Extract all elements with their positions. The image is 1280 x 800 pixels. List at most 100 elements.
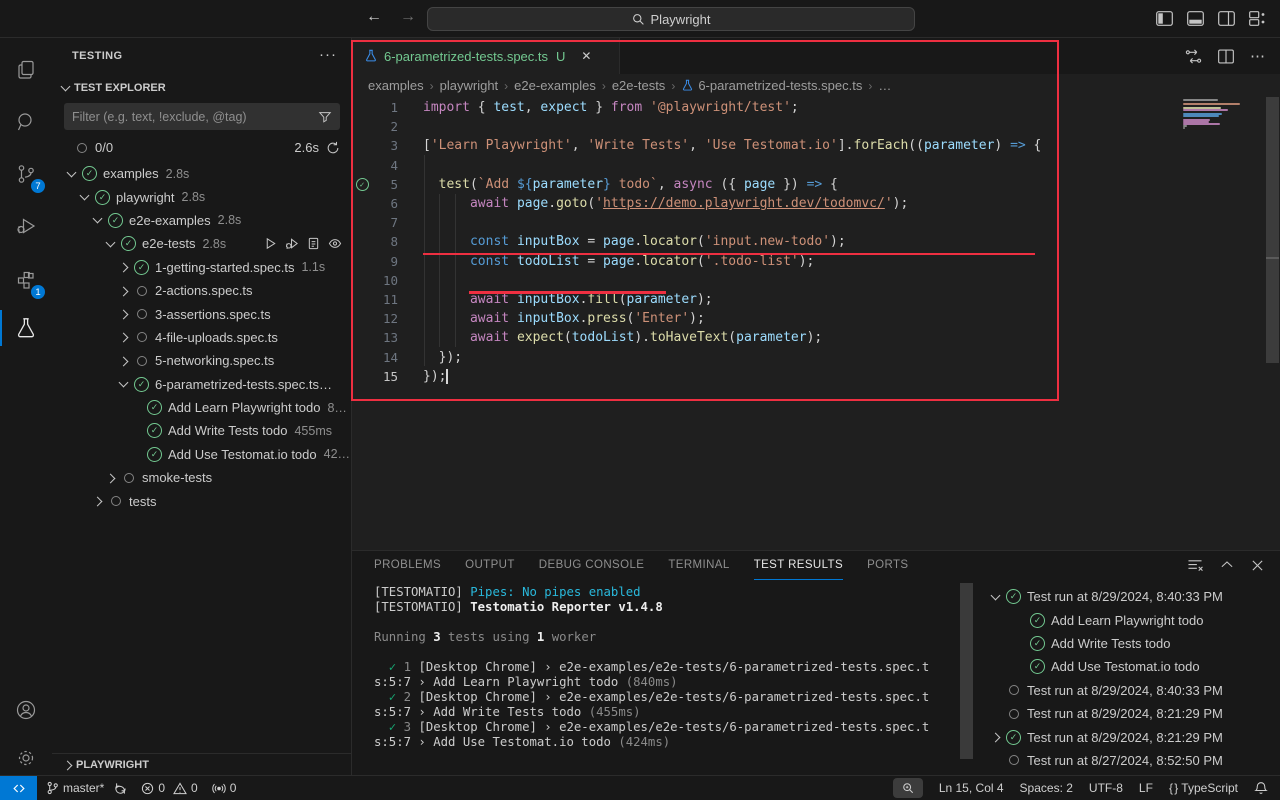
forward-icon[interactable]: → — [398, 8, 418, 26]
encoding[interactable]: UTF-8 — [1089, 781, 1123, 795]
back-icon[interactable]: ← — [364, 8, 384, 26]
run-icon[interactable] — [264, 237, 277, 250]
chevron-right-icon[interactable] — [116, 329, 132, 345]
chevron-down-icon[interactable] — [90, 212, 106, 228]
remote-indicator-icon[interactable] — [0, 776, 37, 800]
filter-icon[interactable] — [318, 110, 332, 124]
chevron-right-icon[interactable] — [116, 283, 132, 299]
tree-item[interactable]: Test run at 8/29/2024, 8:40:33 PM — [982, 679, 1280, 702]
chevron-right-icon[interactable] — [116, 259, 132, 275]
code-line[interactable]: 14 }); — [352, 347, 1280, 366]
tree-item[interactable]: 5-networking.spec.ts — [52, 349, 352, 372]
code-line[interactable]: 9 const todoList = page.locator('.todo-l… — [352, 252, 1280, 271]
tree-item[interactable]: 3-assertions.spec.ts — [52, 302, 352, 325]
indentation[interactable]: Spaces: 2 — [1020, 781, 1073, 795]
command-center-search[interactable]: Playwright — [427, 7, 915, 31]
toggle-secondary-sidebar-icon[interactable] — [1218, 11, 1235, 26]
tree-item[interactable]: Add Write Tests todo455ms — [52, 419, 352, 442]
code-line[interactable]: 1import { test, expect } from '@playwrig… — [352, 98, 1280, 117]
chevron-down-icon[interactable] — [64, 166, 80, 182]
code-line[interactable]: 7 — [352, 213, 1280, 232]
code-line[interactable]: 12 await inputBox.press('Enter'); — [352, 309, 1280, 328]
minimap[interactable] — [1183, 99, 1245, 129]
code-line[interactable]: 13 await expect(todoList).toHaveText(par… — [352, 328, 1280, 347]
panel-tab-output[interactable]: OUTPUT — [465, 551, 515, 580]
ports-item[interactable]: 0 — [212, 781, 237, 795]
code-line[interactable]: 10 — [352, 271, 1280, 290]
cursor-position[interactable]: Ln 15, Col 4 — [939, 781, 1004, 795]
language-mode[interactable]: { } TypeScript — [1169, 781, 1238, 795]
more-actions-icon[interactable]: ⋯ — [1250, 47, 1266, 65]
account-icon[interactable] — [0, 686, 52, 734]
chevron-down-icon[interactable] — [988, 589, 1004, 605]
test-pass-gutter-icon[interactable] — [356, 178, 369, 191]
debug-icon[interactable] — [285, 237, 299, 250]
tree-item[interactable]: Add Write Tests todo — [982, 632, 1280, 655]
breadcrumb-item[interactable]: e2e-tests — [612, 78, 665, 93]
chevron-right-icon[interactable] — [116, 306, 132, 322]
panel-tab-problems[interactable]: PROBLEMS — [374, 551, 441, 580]
panel-tab-ports[interactable]: PORTS — [867, 551, 908, 580]
editor-tab[interactable]: 6-parametrized-tests.spec.ts U ✕ — [352, 38, 620, 74]
playwright-section-header[interactable]: PLAYWRIGHT — [52, 753, 352, 775]
git-branch-item[interactable]: master* — [46, 781, 127, 795]
breadcrumb-item[interactable]: … — [878, 78, 891, 93]
refresh-icon[interactable] — [326, 141, 340, 155]
tree-item[interactable]: e2e-examples2.8s — [52, 209, 352, 232]
customize-layout-icon[interactable] — [1249, 11, 1266, 26]
tree-item[interactable]: Add Use Testomat.io todo — [982, 655, 1280, 678]
chevron-right-icon[interactable] — [116, 353, 132, 369]
source-control-icon[interactable]: 7 — [0, 150, 52, 198]
tree-item[interactable]: Add Learn Playwright todo8… — [52, 396, 352, 419]
tree-item[interactable]: Add Use Testomat.io todo42… — [52, 443, 352, 466]
panel-tab-terminal[interactable]: TERMINAL — [668, 551, 729, 580]
problems-item[interactable]: 0 0 — [141, 781, 197, 795]
tree-item[interactable]: examples2.8s — [52, 162, 352, 185]
close-icon[interactable]: ✕ — [581, 49, 591, 63]
goto-file-icon[interactable] — [307, 237, 320, 250]
tree-item[interactable]: 1-getting-started.spec.ts1.1s — [52, 256, 352, 279]
tree-item[interactable]: tests — [52, 489, 352, 512]
breadcrumb-item[interactable]: 6-parametrized-tests.spec.ts — [681, 78, 862, 93]
breadcrumb-item[interactable]: e2e-examples — [514, 78, 596, 93]
code-line[interactable]: 11 await inputBox.fill(parameter); — [352, 290, 1280, 309]
tree-item[interactable]: 2-actions.spec.ts — [52, 279, 352, 302]
test-filter-input[interactable] — [64, 110, 318, 124]
tree-item[interactable]: 6-parametrized-tests.spec.ts… — [52, 373, 352, 396]
output-scrollbar[interactable] — [960, 583, 973, 759]
sidebar-more-actions-icon[interactable]: ··· — [319, 46, 337, 63]
maximize-panel-icon[interactable] — [1220, 559, 1234, 571]
chevron-down-icon[interactable] — [103, 236, 119, 252]
tree-item[interactable]: e2e-tests2.8s — [52, 232, 352, 255]
open-changes-icon[interactable] — [1185, 49, 1202, 64]
code-line[interactable]: 15}); — [352, 367, 1280, 386]
search-icon[interactable] — [0, 98, 52, 146]
notifications-bell-icon[interactable] — [1254, 781, 1268, 795]
explorer-icon[interactable] — [0, 46, 52, 94]
chevron-down-icon[interactable] — [77, 189, 93, 205]
watch-icon[interactable] — [328, 237, 342, 250]
tree-item[interactable]: Add Learn Playwright todo — [982, 608, 1280, 631]
chevron-right-icon[interactable] — [988, 729, 1004, 745]
run-debug-icon[interactable] — [0, 202, 52, 250]
tree-item[interactable]: Test run at 8/29/2024, 8:21:29 PM — [982, 725, 1280, 748]
breadcrumb-item[interactable]: playwright — [440, 78, 499, 93]
panel-tab-test-results[interactable]: TEST RESULTS — [754, 551, 843, 580]
tree-item[interactable]: 4-file-uploads.spec.ts — [52, 326, 352, 349]
code-line[interactable]: 3['Learn Playwright', 'Write Tests', 'Us… — [352, 136, 1280, 155]
code-line[interactable]: 4 — [352, 156, 1280, 175]
panel-tab-debug-console[interactable]: DEBUG CONSOLE — [539, 551, 645, 580]
chevron-down-icon[interactable] — [116, 376, 132, 392]
zoom-indicator[interactable] — [893, 778, 923, 798]
toggle-sidebar-icon[interactable] — [1156, 11, 1173, 26]
tree-item[interactable]: Test run at 8/29/2024, 8:21:29 PM — [982, 702, 1280, 725]
code-line[interactable]: 8 const inputBox = page.locator('input.n… — [352, 232, 1280, 251]
editor-scrollbar[interactable] — [1266, 97, 1279, 363]
split-editor-icon[interactable] — [1218, 49, 1234, 64]
close-panel-icon[interactable] — [1251, 559, 1264, 572]
tree-item[interactable]: Test run at 8/29/2024, 8:40:33 PM — [982, 585, 1280, 608]
clear-output-icon[interactable] — [1187, 558, 1203, 572]
code-line[interactable]: 2 — [352, 117, 1280, 136]
test-results-summary-row[interactable]: 0/0 2.6s — [52, 136, 352, 159]
extensions-icon[interactable]: 1 — [0, 256, 52, 304]
